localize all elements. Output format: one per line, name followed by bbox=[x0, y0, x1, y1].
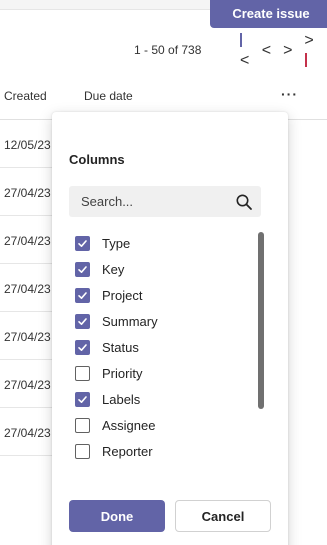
options-scrollbar[interactable] bbox=[258, 232, 264, 409]
checkbox[interactable] bbox=[75, 339, 90, 355]
column-search-input[interactable] bbox=[69, 186, 229, 217]
column-option-label: Project bbox=[102, 287, 143, 303]
pagination-range: 1 - 50 of 738 bbox=[134, 43, 202, 57]
checkmark-icon bbox=[78, 395, 87, 403]
column-option-summary[interactable]: Summary bbox=[75, 308, 245, 334]
checkbox[interactable] bbox=[75, 443, 90, 459]
column-option-label: Labels bbox=[102, 391, 141, 407]
checkbox[interactable] bbox=[75, 235, 90, 251]
table-row[interactable]: 27/04/23 bbox=[0, 312, 60, 360]
prev-page-button[interactable]: < bbox=[262, 41, 271, 61]
more-options-icon[interactable]: ··· bbox=[281, 86, 298, 102]
column-option-reporter[interactable]: Reporter bbox=[75, 438, 245, 464]
created-cell: 27/04/23 bbox=[4, 378, 51, 392]
checkmark-icon bbox=[78, 317, 87, 325]
table-row[interactable]: 27/04/23 bbox=[0, 168, 60, 216]
checkbox[interactable] bbox=[75, 365, 90, 381]
checkbox[interactable] bbox=[75, 313, 90, 329]
table-row[interactable]: 27/04/23 bbox=[0, 264, 60, 312]
panel-title: Columns bbox=[69, 152, 125, 167]
column-option-label: Key bbox=[102, 261, 125, 277]
column-option-key[interactable]: Key bbox=[75, 256, 245, 282]
column-search-box bbox=[69, 186, 261, 217]
checkmark-icon bbox=[78, 239, 87, 247]
cancel-button[interactable]: Cancel bbox=[175, 500, 271, 532]
checkbox[interactable] bbox=[75, 261, 90, 277]
created-cell: 27/04/23 bbox=[4, 426, 51, 440]
last-page-button[interactable]: > bbox=[304, 31, 315, 71]
column-option-label: Priority bbox=[102, 365, 143, 381]
column-option-label: Status bbox=[102, 339, 139, 355]
search-icon[interactable] bbox=[235, 193, 253, 211]
checkmark-icon bbox=[78, 265, 87, 273]
created-cell: 27/04/23 bbox=[4, 330, 51, 344]
column-option-project[interactable]: Project bbox=[75, 282, 245, 308]
column-option-label: Summary bbox=[102, 313, 158, 329]
column-options-list: Type Key Project Summary Status Priority Label… bbox=[75, 230, 245, 464]
created-cell: 12/05/23 bbox=[4, 138, 51, 152]
column-option-status[interactable]: Status bbox=[75, 334, 245, 360]
column-option-priority[interactable]: Priority bbox=[75, 360, 245, 386]
columns-panel: Columns Type Key Project Summary Status Prior… bbox=[52, 112, 288, 545]
table-row[interactable]: 27/04/23 bbox=[0, 408, 60, 456]
column-option-labels[interactable]: Labels bbox=[75, 386, 245, 412]
column-option-label: Type bbox=[102, 235, 131, 251]
column-option-label: Reporter bbox=[102, 443, 153, 459]
checkbox[interactable] bbox=[75, 391, 90, 407]
column-header-due-date[interactable]: Due date bbox=[84, 89, 133, 103]
pagination-nav: < < > > bbox=[240, 32, 327, 69]
table-row[interactable]: 27/04/23 bbox=[0, 360, 60, 408]
table-row[interactable]: 12/05/23 bbox=[0, 120, 60, 168]
column-option-label: Assignee bbox=[102, 417, 156, 433]
column-header-created[interactable]: Created bbox=[4, 89, 47, 103]
table-row[interactable]: 27/04/23 bbox=[0, 216, 60, 264]
column-option-type[interactable]: Type bbox=[75, 230, 245, 256]
next-page-button[interactable]: > bbox=[283, 41, 292, 61]
created-cell: 27/04/23 bbox=[4, 234, 51, 248]
created-cell: 27/04/23 bbox=[4, 186, 51, 200]
checkmark-icon bbox=[78, 343, 87, 351]
checkmark-icon bbox=[78, 291, 87, 299]
column-option-assignee[interactable]: Assignee bbox=[75, 412, 245, 438]
first-page-button[interactable]: < bbox=[240, 31, 250, 71]
created-cell: 27/04/23 bbox=[4, 282, 51, 296]
done-button[interactable]: Done bbox=[69, 500, 165, 532]
checkbox[interactable] bbox=[75, 287, 90, 303]
checkbox[interactable] bbox=[75, 417, 90, 433]
create-issue-button[interactable]: Create issue bbox=[210, 0, 327, 28]
